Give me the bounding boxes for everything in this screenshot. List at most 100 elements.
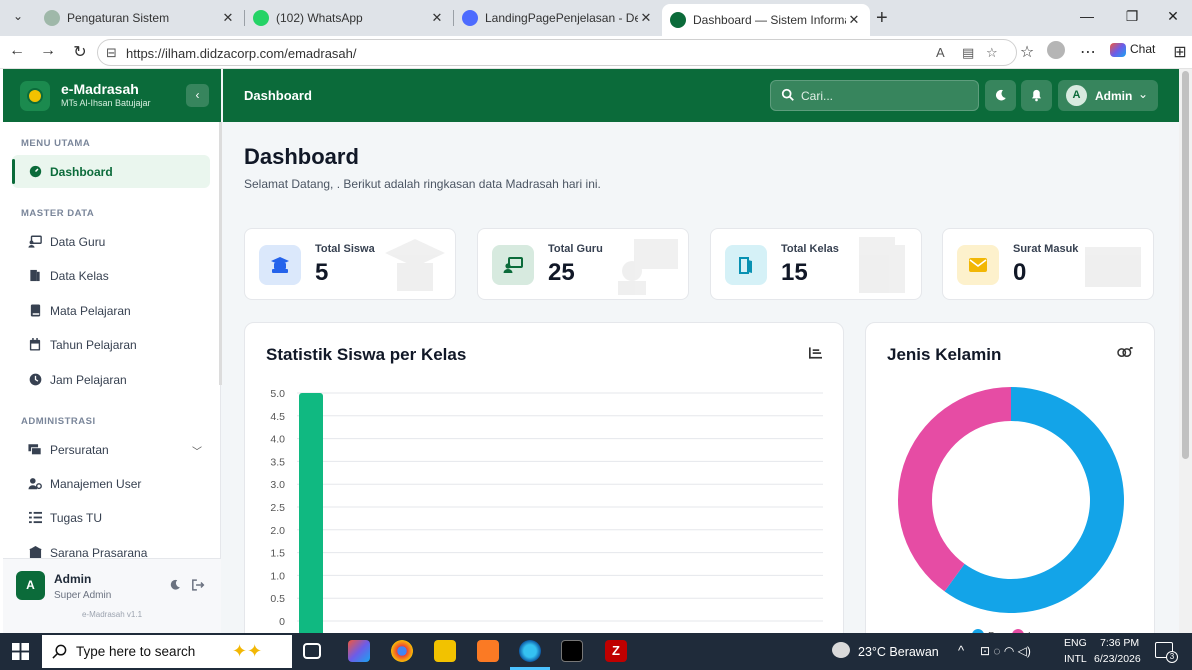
teacher-watermark-icon — [618, 239, 678, 295]
logout-icon[interactable] — [192, 579, 205, 594]
sidebar-item-label: Manajemen User — [50, 476, 142, 491]
sidebar-user-footer: A Admin Super Admin e-Madrasah v1.1 — [3, 558, 221, 633]
favorites-icon[interactable]: ☆ — [1017, 42, 1037, 62]
user-name: Admin — [1095, 89, 1133, 103]
file-explorer-icon[interactable] — [434, 640, 456, 662]
minimize-icon[interactable]: — — [1072, 8, 1102, 24]
language-layout[interactable]: INTL — [1064, 653, 1087, 665]
stat-label: Total Siswa — [315, 243, 375, 255]
gender-icon[interactable] — [1116, 346, 1133, 363]
page-scrollbar[interactable] — [1179, 69, 1192, 633]
scrollbar-thumb[interactable] — [1182, 71, 1189, 459]
copilot-icon[interactable] — [348, 640, 370, 662]
browser-tab[interactable]: (102) WhatsApp ✕ — [245, 4, 453, 32]
url-bar[interactable]: ⊟ https://ilham.didzacorp.com/emadrasah/… — [97, 39, 1017, 66]
stat-card-total-guru[interactable]: Total Guru 25 — [477, 228, 689, 300]
maximize-icon[interactable]: ❐ — [1117, 8, 1147, 25]
y-tick-label: 2.0 — [270, 525, 285, 537]
gauge-icon — [28, 165, 42, 179]
reload-icon[interactable]: ↻ — [70, 42, 90, 62]
sidebar-item-persuratan[interactable]: Persuratan ﹀ — [12, 433, 210, 466]
donut-chart-panel: Jenis Kelamin PL — [865, 322, 1155, 633]
profile-icon[interactable] — [1046, 41, 1066, 64]
browser-tab[interactable]: LandingPagePenjelasan - DeepSee ✕ — [454, 4, 662, 32]
sidebar-item-data-guru[interactable]: Data Guru — [12, 225, 210, 258]
clock-date[interactable]: 6/23/2026 — [1094, 653, 1141, 665]
edge-icon[interactable] — [519, 640, 541, 662]
address-bar-row: ← → ↻ ⊟ https://ilham.didzacorp.com/emad… — [0, 36, 1192, 69]
donut-slice-P[interactable] — [898, 387, 1011, 592]
forward-icon[interactable]: → — [38, 42, 58, 60]
y-tick-label: 1.0 — [270, 570, 285, 582]
translate-icon[interactable]: A — [936, 45, 945, 60]
dark-mode-button[interactable] — [985, 80, 1016, 111]
gear-icon — [44, 10, 60, 26]
new-tab-icon[interactable]: + — [876, 7, 888, 30]
notification-button[interactable] — [1021, 80, 1052, 111]
reader-icon[interactable]: ▤ — [962, 45, 974, 61]
more-icon[interactable]: ⋯ — [1078, 42, 1098, 62]
sidebar-item-jam-pelajaran[interactable]: Jam Pelajaran — [12, 363, 210, 396]
favorite-star-icon[interactable]: ☆ — [986, 45, 998, 61]
clock-icon — [28, 373, 42, 387]
site-info-icon[interactable]: ⊟ — [106, 45, 117, 61]
tab-title: LandingPagePenjelasan - DeepSee — [485, 11, 638, 25]
browser-tab-strip: ⌄ Pengaturan Sistem ✕ (102) WhatsApp ✕ L… — [0, 0, 1192, 36]
sidebar-toggle-icon[interactable]: ⊞ — [1170, 42, 1190, 62]
bell-icon — [1032, 89, 1041, 102]
browser-tab-active[interactable]: Dashboard — Sistem Informasi M ✕ — [662, 4, 870, 36]
close-icon[interactable]: ✕ — [846, 12, 862, 28]
avatar: A — [16, 571, 45, 600]
bar-chart: 0 0.5 1.0 1.5 2.0 2.5 3.0 3.5 4.0 4.5 5.0 — [270, 388, 823, 633]
tab-list-dropdown-icon[interactable]: ⌄ — [8, 9, 28, 27]
back-icon[interactable]: ← — [7, 42, 27, 60]
calendar-icon — [28, 338, 42, 352]
avatar: A — [1066, 85, 1087, 106]
close-icon[interactable]: ✕ — [220, 10, 236, 26]
stat-card-total-kelas[interactable]: Total Kelas 15 — [710, 228, 922, 300]
moon-icon[interactable] — [169, 579, 181, 594]
tray-chevron-icon[interactable]: ^ — [958, 643, 964, 658]
url-text[interactable]: https://ilham.didzacorp.com/emadrasah/ — [126, 46, 357, 61]
chrome-icon[interactable] — [391, 640, 413, 662]
stat-card-total-siswa[interactable]: Total Siswa 5 — [244, 228, 456, 300]
collapse-sidebar-button[interactable]: ‹ — [186, 84, 209, 107]
copilot-chat-button[interactable]: Chat — [1110, 42, 1155, 57]
bar-chart-icon[interactable] — [809, 347, 822, 362]
search-input[interactable] — [801, 87, 971, 105]
xampp-icon[interactable] — [477, 640, 499, 662]
task-view-icon[interactable] — [303, 643, 321, 659]
taskbar: Type here to search ✦✦ Z 23°C Berawan ^ … — [0, 633, 1192, 670]
language-code[interactable]: ENG — [1064, 637, 1087, 649]
sidebar-item-mata-pelajaran[interactable]: Mata Pelajaran — [12, 294, 210, 327]
close-icon[interactable]: ✕ — [638, 10, 654, 26]
user-menu-button[interactable]: A Admin ⌄ — [1058, 80, 1158, 111]
topbar-title: Dashboard — [244, 88, 312, 103]
sidebar-scrollbar[interactable] — [219, 122, 222, 385]
sidebar-item-manajemen-user[interactable]: Manajemen User — [12, 467, 210, 500]
sidebar-item-data-kelas[interactable]: Data Kelas — [12, 259, 210, 292]
bar-chart-title: Statistik Siswa per Kelas — [266, 345, 467, 364]
sidebar-item-tugas-tu[interactable]: Tugas TU — [12, 501, 210, 534]
madrasah-logo-icon — [670, 12, 686, 28]
brand-name: e-Madrasah — [61, 81, 139, 97]
windows-start-icon[interactable] — [12, 643, 29, 660]
sidebar-item-dashboard[interactable]: Dashboard — [12, 155, 210, 188]
stat-value: 5 — [315, 259, 329, 286]
stat-card-surat-masuk[interactable]: Surat Masuk 0 — [942, 228, 1154, 300]
deepseek-icon — [462, 10, 478, 26]
terminal-icon[interactable] — [561, 640, 583, 662]
clock-time[interactable]: 7:36 PM — [1100, 637, 1139, 649]
stat-label: Total Kelas — [781, 243, 839, 255]
search-box[interactable] — [770, 80, 979, 111]
sidebar-item-tahun-pelajaran[interactable]: Tahun Pelajaran — [12, 328, 210, 361]
mail-stack-icon — [28, 443, 42, 457]
bar[interactable] — [299, 393, 323, 633]
filezilla-icon[interactable]: Z — [605, 640, 627, 662]
window-close-icon[interactable]: ✕ — [1158, 8, 1188, 25]
tray-icons[interactable]: ⊡ ◌ ◠ ◁) — [980, 644, 1031, 658]
weather-text[interactable]: 23°C Berawan — [858, 645, 939, 659]
close-icon[interactable]: ✕ — [429, 10, 445, 26]
taskbar-search[interactable]: Type here to search ✦✦ — [42, 635, 292, 668]
browser-tab[interactable]: Pengaturan Sistem ✕ — [36, 4, 244, 32]
